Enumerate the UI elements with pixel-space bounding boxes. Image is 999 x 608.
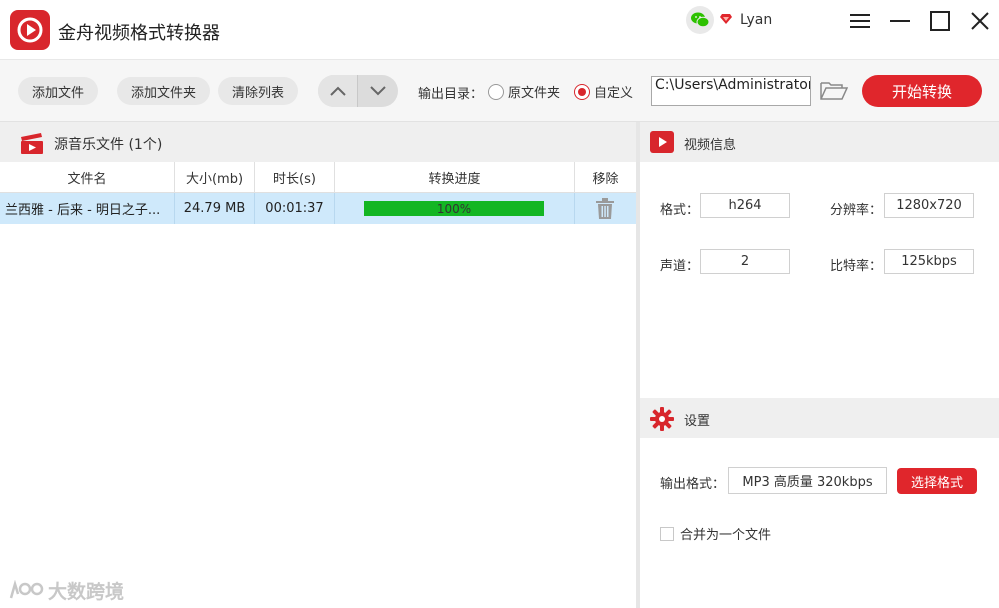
close-icon[interactable]: [967, 8, 993, 34]
progress-bar: 100%: [364, 201, 544, 216]
watermark: 大数跨境: [8, 577, 124, 604]
film-clapper-icon: [19, 131, 45, 159]
vip-diamond-icon: [719, 12, 733, 30]
checkbox-box: [660, 526, 674, 541]
column-header[interactable]: 文件名: [0, 162, 175, 193]
channel-value: 2: [700, 249, 790, 274]
radio-custom-label: 自定义: [594, 86, 634, 101]
choose-format-button[interactable]: 选择格式: [897, 468, 977, 494]
app-title: 金舟视频格式转换器: [58, 23, 220, 44]
merge-checkbox[interactable]: 合并为一个文件: [660, 524, 771, 543]
watermark-logo-icon: [9, 579, 44, 598]
table-row[interactable]: 兰西雅 - 后来 - 明日之子... 24.79 MB 00:01:37 100…: [0, 193, 636, 224]
progress-text: 100%: [436, 201, 472, 216]
video-info-header: 视频信息: [640, 122, 999, 162]
output-format-label: 输出格式：: [660, 477, 726, 492]
file-name-cell: 兰西雅 - 后来 - 明日之子...: [0, 193, 175, 224]
toolbar: 添加文件 添加文件夹 清除列表 输出目录： 原文件夹 自定义 C:\Users\…: [0, 60, 999, 122]
video-play-icon: [650, 131, 674, 157]
column-header[interactable]: 时长(s): [255, 162, 335, 193]
column-header[interactable]: 移除: [575, 162, 636, 193]
radio-original-label: 原文件夹: [508, 86, 561, 101]
radio-original-folder[interactable]: 原文件夹: [488, 82, 560, 101]
trash-icon[interactable]: [595, 198, 615, 224]
radio-dot: [488, 83, 504, 100]
wechat-icon[interactable]: [686, 6, 714, 34]
settings-gear-icon: [650, 407, 674, 435]
add-folder-button[interactable]: 添加文件夹: [117, 77, 211, 105]
folder-open-icon[interactable]: [820, 80, 849, 104]
info-panel: 视频信息 格式： h264 分辨率： 1280x720 声道： 2 比特率： 1…: [640, 122, 999, 608]
column-header[interactable]: 转换进度: [335, 162, 575, 193]
resolution-label: 分辨率：: [830, 203, 883, 218]
settings-title: 设置: [684, 414, 711, 429]
move-down-button[interactable]: [358, 75, 398, 107]
minimize-icon[interactable]: [887, 8, 913, 34]
format-value: h264: [700, 193, 790, 218]
radio-custom-folder[interactable]: 自定义: [574, 82, 633, 101]
format-label: 格式：: [660, 203, 700, 218]
arrow-down-icon: [370, 86, 386, 96]
output-path-input[interactable]: C:\Users\Administrator\: [651, 76, 811, 106]
file-list-panel: 源音乐文件 (1个) 文件名 大小(mb) 时长(s) 转换进度 移除 兰西雅 …: [0, 122, 636, 608]
add-file-button[interactable]: 添加文件: [18, 77, 99, 105]
bitrate-value: 125kbps: [884, 249, 974, 274]
file-list-title: 源音乐文件 (1个): [54, 137, 163, 153]
duration-cell: 00:01:37: [255, 193, 335, 224]
bitrate-label: 比特率：: [830, 259, 883, 274]
radio-dot-selected: [574, 83, 590, 100]
resolution-value: 1280x720: [884, 193, 974, 218]
file-size-cell: 24.79 MB: [175, 193, 255, 224]
app-logo-icon: [10, 10, 50, 50]
maximize-icon[interactable]: [927, 8, 953, 34]
table-header: 文件名 大小(mb) 时长(s) 转换进度 移除: [0, 162, 636, 193]
arrow-up-icon: [329, 86, 346, 96]
username[interactable]: Lyan: [740, 12, 772, 28]
move-up-button[interactable]: [318, 75, 358, 107]
watermark-text: 大数跨境: [48, 581, 125, 603]
output-format-value[interactable]: MP3 高质量 320kbps: [728, 467, 887, 494]
settings-header: 设置: [640, 398, 999, 438]
start-convert-button[interactable]: 开始转换: [862, 75, 982, 107]
title-bar: 金舟视频格式转换器 Lyan: [0, 0, 999, 60]
video-info-title: 视频信息: [684, 138, 737, 153]
file-list-header: 源音乐文件 (1个): [0, 122, 636, 162]
move-updown-group: [318, 75, 398, 107]
menu-icon[interactable]: [847, 8, 873, 34]
output-dir-label: 输出目录：: [418, 87, 484, 102]
merge-label: 合并为一个文件: [680, 528, 772, 543]
clear-list-button[interactable]: 清除列表: [218, 77, 299, 105]
channel-label: 声道：: [660, 259, 700, 274]
column-header[interactable]: 大小(mb): [175, 162, 255, 193]
